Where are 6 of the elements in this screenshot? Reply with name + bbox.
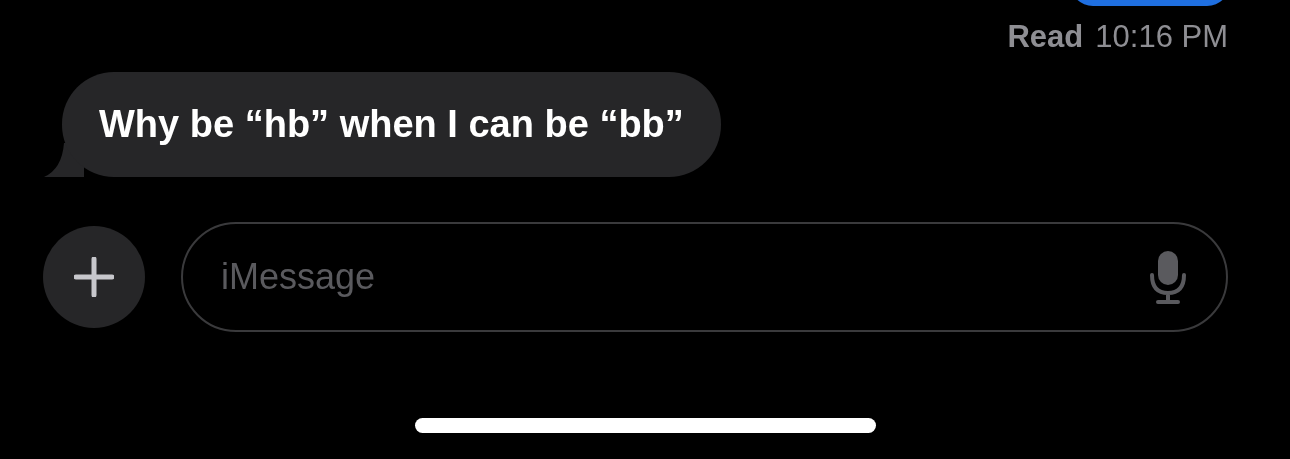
plus-icon xyxy=(74,257,114,297)
message-bubble: Why be “hb” when I can be “bb” xyxy=(62,72,721,177)
microphone-icon[interactable] xyxy=(1148,249,1188,305)
read-status: Read xyxy=(1007,18,1084,56)
read-time: 10:16 PM xyxy=(1095,18,1228,56)
message-field[interactable]: iMessage xyxy=(181,222,1228,332)
